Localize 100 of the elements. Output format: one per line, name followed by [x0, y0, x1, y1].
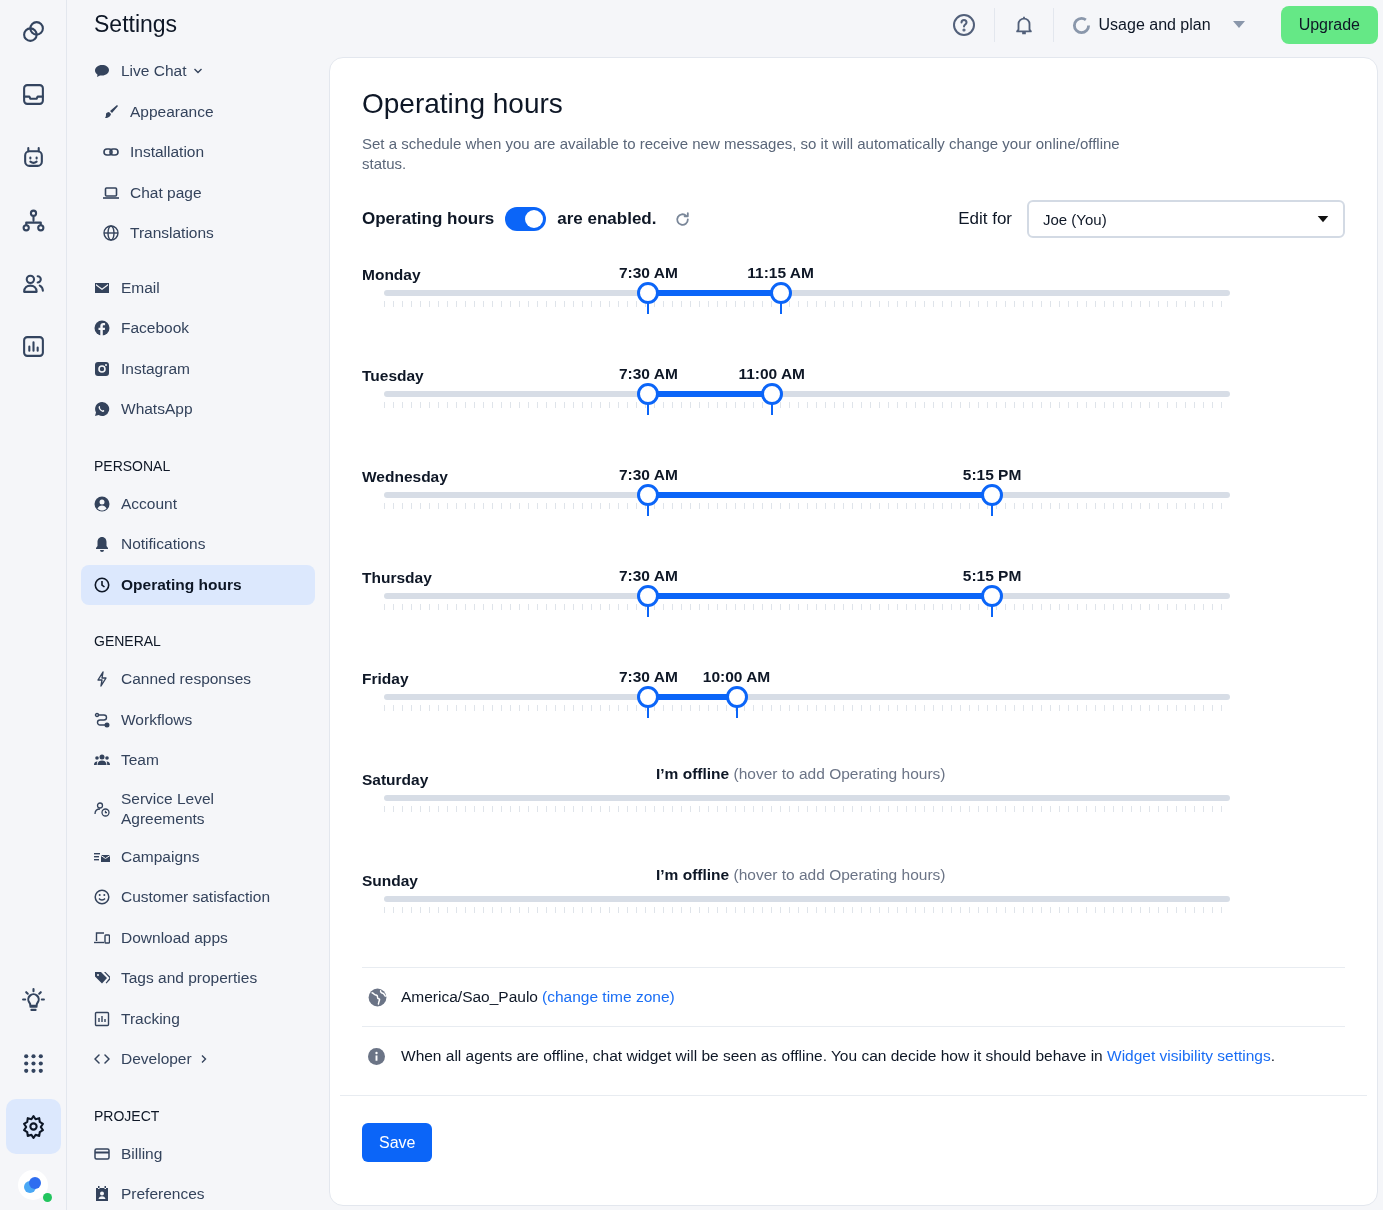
time-slider[interactable]: [384, 385, 1230, 417]
section-heading: GENERAL: [93, 632, 162, 651]
sidebar-item[interactable]: Tracking: [81, 998, 315, 1039]
time-slider[interactable]: [384, 587, 1230, 619]
time-label: 7:30 AM: [618, 567, 678, 585]
time-label: 7:30 AM: [618, 264, 678, 282]
edit-for-label: Edit for: [958, 209, 1012, 229]
time-label: 7:30 AM: [618, 365, 678, 383]
usage-dropdown[interactable]: Usage and plan: [1067, 15, 1249, 35]
toggle-label: Operating hours: [362, 209, 495, 229]
devices-icon: [94, 929, 110, 946]
slider-thumb[interactable]: [981, 484, 1004, 516]
bar-chart-icon: [20, 334, 46, 359]
time-label: 11:15 AM: [747, 264, 814, 282]
slider-thumb[interactable]: [981, 585, 1004, 617]
info-text: When all agents are offline, chat widget will be seen as offline. You can decide how it should behave in Widget visibility settings.: [401, 1047, 1275, 1065]
brush-icon: [103, 103, 119, 120]
sidebar-item[interactable]: Installation: [81, 132, 315, 173]
sidebar-title: Settings: [94, 11, 179, 38]
day-name: Tuesday: [362, 367, 424, 384]
progress-ring-icon: [1071, 15, 1091, 35]
sidebar-item[interactable]: Facebook: [81, 308, 315, 349]
sidebar-item[interactable]: Campaigns: [81, 836, 315, 877]
sidebar-item[interactable]: Tags and properties: [81, 958, 315, 999]
timezone-text: America/Sao_Paulo: [401, 988, 538, 1006]
sidebar-item[interactable]: Workflows: [81, 699, 315, 740]
caret-icon: [1317, 215, 1329, 223]
sidebar-item[interactable]: Appearance: [81, 91, 315, 132]
bell-icon: [94, 536, 110, 553]
widget-visibility-link[interactable]: Widget visibility settings: [1107, 1047, 1271, 1064]
shapes-icon: [20, 19, 46, 44]
sidebar-item[interactable]: Service Level Agreements: [81, 780, 315, 837]
slider-thumb[interactable]: [637, 585, 660, 617]
slider-thumb[interactable]: [725, 686, 748, 718]
sidebar-item[interactable]: Live Chat: [81, 51, 315, 92]
upgrade-button[interactable]: Upgrade: [1280, 6, 1378, 44]
slider-thumb[interactable]: [637, 686, 660, 718]
page-description: Set a schedule when you are available to receive new messages, so it will automatically change your online/offline status.: [362, 134, 1121, 174]
time-slider[interactable]: [384, 284, 1230, 316]
time-label: 5:15 PM: [962, 466, 1022, 484]
globe-icon: [103, 225, 119, 242]
time-slider[interactable]: [384, 688, 1230, 720]
credit-card-icon: [94, 1145, 110, 1162]
hierarchy-icon: [20, 208, 46, 233]
sidebar-item[interactable]: Chat page: [81, 172, 315, 213]
slider-thumb[interactable]: [637, 484, 660, 516]
toggle-switch[interactable]: [505, 207, 547, 231]
day-name: Friday: [362, 670, 409, 687]
offline-status: I’m offline (hover to add Operating hours): [656, 765, 946, 783]
offline-status: I’m offline (hover to add Operating hours): [656, 866, 946, 884]
slider-thumb[interactable]: [637, 282, 660, 314]
letter-f-circle-icon: [94, 320, 110, 337]
inbox-icon: [20, 82, 46, 107]
time-slider[interactable]: [384, 486, 1230, 518]
change-timezone-link[interactable]: (change time zone): [542, 988, 675, 1006]
sidebar-item[interactable]: Email: [81, 267, 315, 308]
day-name: Sunday: [362, 872, 418, 889]
sidebar-item[interactable]: Instagram: [81, 348, 315, 389]
time-label: 11:00 AM: [738, 365, 806, 383]
caret-icon: [1232, 21, 1245, 29]
section-heading: PROJECT: [93, 1106, 161, 1126]
user-card-icon: [94, 1186, 110, 1203]
day-name: Wednesday: [362, 468, 448, 485]
globe-icon: [368, 987, 387, 1007]
sidebar-item[interactable]: WhatsApp: [81, 389, 315, 430]
camera-icon: [94, 360, 110, 377]
slider-thumb[interactable]: [769, 282, 792, 314]
sidebar-item[interactable]: Billing: [81, 1133, 315, 1174]
day-name: Thursday: [362, 569, 432, 586]
time-label: 5:15 PM: [962, 567, 1022, 585]
user-circle-icon: [94, 495, 110, 512]
settings-icon: [20, 1114, 46, 1139]
page-title: Operating hours: [362, 88, 564, 120]
save-button[interactable]: Save: [362, 1123, 433, 1162]
agent-select[interactable]: Joe (You): [1027, 200, 1345, 238]
sidebar-item[interactable]: Customer satisfaction: [81, 877, 315, 918]
time-label: 7:30 AM: [618, 466, 678, 484]
route-icon: [94, 711, 110, 728]
refresh-icon[interactable]: [674, 210, 692, 228]
slider-thumb[interactable]: [760, 383, 783, 415]
time-label: 7:30 AM: [618, 668, 678, 686]
toggle-status: are enabled.: [557, 209, 657, 229]
day-name: Saturday: [362, 771, 429, 788]
sidebar-item[interactable]: Developer: [81, 1039, 315, 1080]
sidebar-item[interactable]: Translations: [81, 213, 315, 254]
sidebar-item[interactable]: Notifications: [81, 524, 315, 565]
speech-bubble-icon: [94, 63, 110, 80]
sidebar-item[interactable]: Account: [81, 483, 315, 524]
lightbulb-icon: [20, 988, 46, 1013]
sidebar-item[interactable]: Download apps: [81, 917, 315, 958]
info-icon: [368, 1047, 385, 1065]
slider-thumb[interactable]: [637, 383, 660, 415]
settings-button[interactable]: [5, 1099, 61, 1154]
day-name: Monday: [362, 266, 421, 283]
sidebar-item[interactable]: Preferences: [81, 1174, 315, 1210]
smiley-icon: [94, 889, 110, 906]
sidebar-item[interactable]: Operating hours: [81, 564, 315, 605]
sidebar-item[interactable]: Canned responses: [81, 659, 315, 700]
tag-icon: [94, 970, 110, 987]
sidebar-item[interactable]: Team: [81, 740, 315, 781]
